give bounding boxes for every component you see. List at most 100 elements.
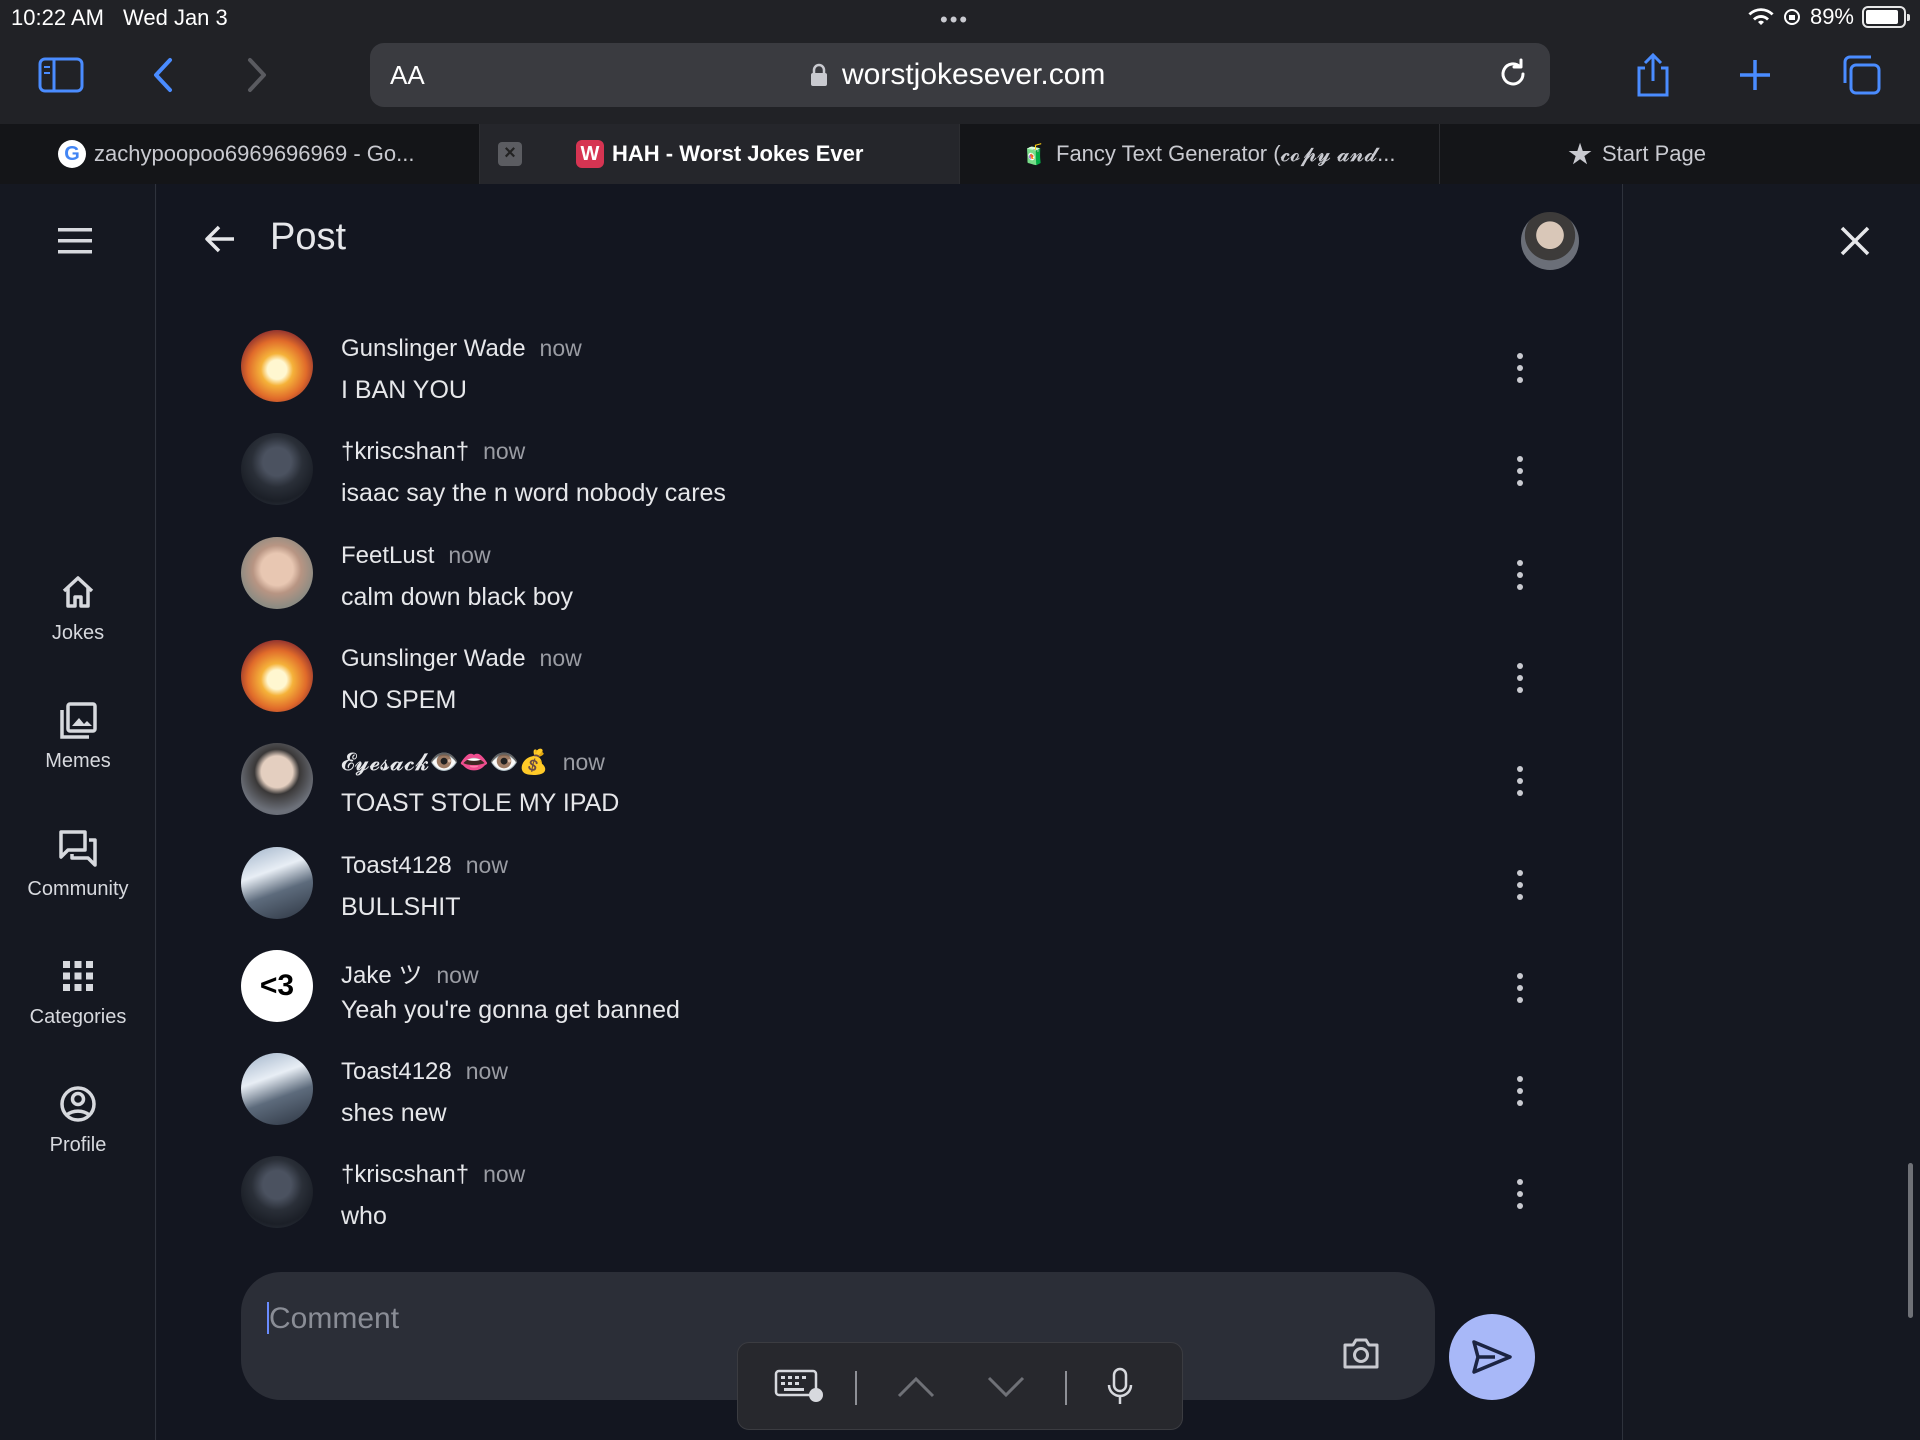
panel-divider (1622, 184, 1623, 1440)
keyboard-icon[interactable] (774, 1369, 824, 1403)
comment-time: now (465, 1058, 508, 1085)
comment-time: now (436, 961, 479, 988)
account-icon (60, 1086, 96, 1122)
more-vert-icon[interactable] (1508, 1174, 1532, 1214)
comment-author[interactable]: †kriscshan† (341, 1161, 469, 1188)
comment-author[interactable]: Toast4128 (341, 1058, 452, 1085)
comment-author[interactable]: 𝓔𝔂𝓮𝓼𝓪𝓬𝓴👁️👄👁️💰 (341, 749, 549, 776)
page-title: Post (270, 216, 347, 258)
more-vert-icon[interactable] (1508, 761, 1532, 801)
comment-item: Toast4128 now shes new (241, 1053, 1541, 1143)
reload-icon[interactable] (1496, 57, 1530, 91)
star-icon: ★ (1568, 138, 1592, 169)
comment-text: NO SPEM (341, 685, 457, 714)
tab-start-page[interactable]: ★ Start Page (1440, 124, 1920, 184)
back-arrow-icon[interactable] (203, 222, 237, 256)
status-date: Wed Jan 3 (123, 5, 228, 30)
avatar[interactable] (241, 639, 313, 712)
comment-item: †kriscshan† now isaac say the n word nobo… (241, 433, 1541, 523)
tab-title: zachypoopoo6969696969 - Go... (94, 141, 415, 166)
text-size-button[interactable]: AA (390, 60, 425, 91)
home-icon (62, 576, 94, 608)
address-bar[interactable]: AA worstjokesever.com (370, 43, 1550, 107)
comment-item: Toast4128 now BULLSHIT (241, 846, 1541, 937)
url-text: worstjokesever.com (842, 58, 1106, 91)
send-button[interactable] (1449, 1314, 1535, 1400)
comment-author-line: Toast4128 now (341, 1058, 508, 1086)
send-icon (1472, 1340, 1512, 1374)
tab-fancy-text[interactable]: 🧃 Fancy Text Generator (𝓬𝓸𝓹𝔂 𝓪𝓷𝓭... (960, 124, 1440, 184)
tab-title: HAH - Worst Jokes Ever (612, 141, 864, 166)
avatar[interactable] (241, 433, 313, 506)
share-icon[interactable] (1628, 50, 1678, 100)
tab-bar: G zachypoopoo6969696969 - Go... × W HAH … (0, 124, 1920, 184)
status-bar: 10:22 AM Wed Jan 3 ••• 89% (0, 0, 1920, 34)
tab-google[interactable]: G zachypoopoo6969696969 - Go... (0, 124, 480, 184)
battery-icon (1862, 6, 1910, 28)
worst-jokes-icon: W (576, 140, 604, 168)
back-nav-icon[interactable] (138, 50, 188, 100)
more-vert-icon[interactable] (1508, 658, 1532, 698)
tab-worst-jokes[interactable]: × W HAH - Worst Jokes Ever (480, 124, 960, 184)
avatar[interactable]: <3 (241, 949, 313, 1022)
forward-nav-icon[interactable] (232, 50, 282, 100)
comment-author[interactable]: FeetLust (341, 542, 434, 569)
comment-item: Gunslinger Wade now I BAN YOU (241, 330, 1541, 420)
comment-author-line: FeetLust now (341, 542, 491, 570)
more-vert-icon[interactable] (1508, 348, 1532, 388)
previous-field-icon[interactable] (896, 1375, 936, 1399)
comment-text: calm down black boy (341, 582, 574, 611)
comment-text: who (341, 1202, 387, 1231)
comment-author-line: †kriscshan† now (341, 1161, 525, 1189)
avatar[interactable] (241, 743, 313, 816)
nav-label: Memes (45, 750, 111, 772)
safari-toolbar: 10:22 AM Wed Jan 3 ••• 89% AA worstjokes… (0, 0, 1920, 124)
avatar[interactable] (241, 536, 313, 609)
avatar[interactable] (241, 846, 313, 919)
scrollbar[interactable] (1908, 1163, 1913, 1318)
avatar[interactable] (241, 330, 313, 402)
close-icon[interactable] (1836, 222, 1874, 260)
comment-author[interactable]: Gunslinger Wade (341, 645, 526, 672)
camera-icon[interactable] (1341, 1336, 1381, 1370)
avatar-text: <3 (259, 968, 295, 1002)
comment-text: I BAN YOU (341, 376, 467, 404)
avatar[interactable] (241, 1053, 313, 1126)
tab-title: Start Page (1602, 141, 1706, 166)
next-field-icon[interactable] (986, 1375, 1026, 1399)
comment-text: Yeah you're gonna get banned (341, 995, 680, 1024)
comment-author[interactable]: Gunslinger Wade (341, 335, 526, 362)
nav-categories[interactable]: Categories (0, 956, 156, 1029)
comment-author[interactable]: Toast4128 (341, 852, 452, 879)
comment-time: now (539, 644, 582, 671)
comment-text: isaac say the n word nobody cares (341, 479, 726, 508)
new-tab-icon[interactable] (1730, 50, 1780, 100)
comment-author-line: Gunslinger Wade now (341, 335, 582, 363)
more-vert-icon[interactable] (1508, 865, 1532, 905)
more-vert-icon[interactable] (1508, 968, 1532, 1008)
separator (855, 1371, 857, 1405)
avatar[interactable] (1521, 212, 1579, 270)
tab-close-icon[interactable]: × (498, 142, 522, 166)
microphone-icon[interactable] (1106, 1367, 1134, 1407)
more-vert-icon[interactable] (1508, 1071, 1532, 1111)
comment-item: <3 Jake ツ now Yeah you're gonna get banne… (241, 949, 1541, 1040)
comment-text: shes new (341, 1099, 447, 1128)
tabs-overview-icon[interactable] (1836, 50, 1886, 100)
nav-memes[interactable]: Memes (0, 700, 156, 773)
sidebar-toggle-icon[interactable] (36, 50, 86, 100)
menu-icon[interactable] (58, 226, 98, 256)
nav-community[interactable]: Community (0, 828, 156, 901)
more-vert-icon[interactable] (1508, 555, 1532, 595)
nav-jokes[interactable]: Jokes (0, 572, 156, 645)
comment-author[interactable]: Jake ツ (341, 962, 422, 989)
comment-time: now (483, 1161, 526, 1188)
comment-input[interactable] (269, 1294, 1169, 1344)
comment-time: now (483, 438, 526, 465)
nav-profile[interactable]: Profile (0, 1084, 156, 1157)
comment-author[interactable]: †kriscshan† (341, 438, 469, 465)
more-vert-icon[interactable] (1508, 451, 1532, 491)
multitasking-dots-icon[interactable]: ••• (940, 7, 969, 33)
avatar[interactable] (241, 1156, 313, 1229)
comment-text: BULLSHIT (341, 892, 461, 921)
